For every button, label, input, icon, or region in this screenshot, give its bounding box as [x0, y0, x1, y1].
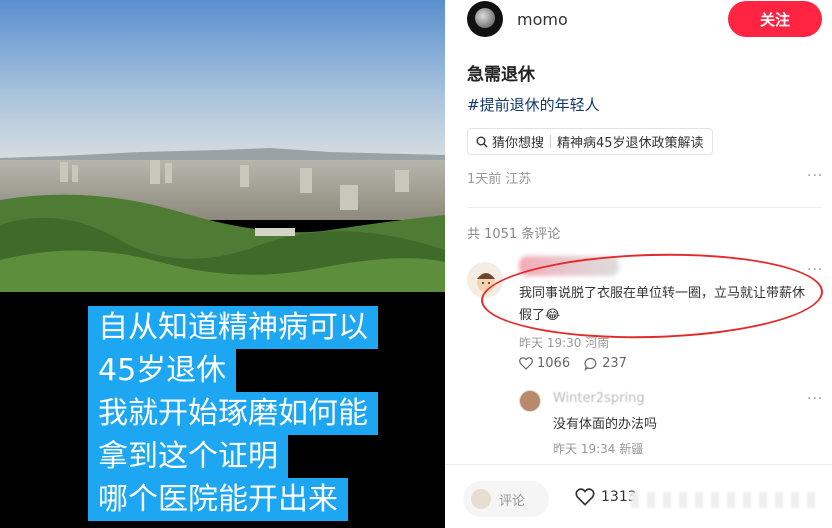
search-icon — [476, 136, 488, 147]
follow-button[interactable]: 关注 — [728, 1, 822, 37]
note-like-button[interactable]: 1313 — [575, 488, 637, 506]
comment-meta: 昨天 19:30 河南 — [519, 336, 610, 350]
caption-line: 哪个医院能开出来 — [88, 478, 348, 521]
comment-reply-count: 237 — [602, 356, 627, 371]
caption-line: 拿到这个证明 — [88, 435, 288, 478]
divider — [445, 464, 832, 465]
reply-username[interactable]: Winter2spring — [553, 391, 645, 406]
note-more-icon[interactable]: ··· — [807, 168, 823, 184]
author-row[interactable]: momo — [467, 0, 568, 38]
caption-line: 我就开始琢磨如何能 — [88, 392, 378, 435]
comment-text: 我同事说脱了衣服在单位转一圈，立马就让带薪休假了😂 — [519, 286, 806, 323]
chat-bubble-icon — [584, 357, 597, 371]
comment-actions: 1066 237 — [519, 356, 627, 371]
hashtag-link[interactable]: #提前退休的年轻人 — [467, 94, 600, 115]
search-suggestion-chip[interactable]: 猜你想搜 精神病45岁退休政策解读 — [467, 128, 713, 155]
comment-like-count: 1066 — [537, 356, 571, 371]
comment-reply-button[interactable]: 237 — [584, 356, 627, 371]
author-avatar[interactable] — [467, 1, 503, 37]
cartoon-avatar-icon — [468, 263, 502, 297]
commenter-name-blurred[interactable] — [519, 256, 619, 276]
comment-input[interactable]: 评论 — [463, 481, 549, 517]
note-detail-panel: momo 关注 急需退休 #提前退休的年轻人 猜你想搜 精神病45岁退休政策解读… — [445, 0, 832, 528]
reply-avatar[interactable] — [519, 390, 541, 412]
blurred-toolbar — [631, 492, 821, 508]
caption-line: 自从知道精神病可以 — [88, 306, 378, 349]
comment-placeholder: 评论 — [499, 493, 526, 509]
heart-icon — [575, 488, 595, 506]
search-suggestion: 精神病45岁退休政策解读 — [557, 136, 704, 151]
comment-count: 共 1051 条评论 — [467, 227, 561, 242]
note-meta: 1天前 江苏 — [467, 172, 532, 187]
comment-more-icon[interactable]: ··· — [807, 262, 823, 278]
user-avatar — [471, 489, 491, 509]
image-caption: 自从知道精神病可以 45岁退休 我就开始琢磨如何能 拿到这个证明 哪个医院能开出… — [88, 306, 378, 521]
search-prefix: 猜你想搜 — [492, 136, 545, 151]
comment-like-button[interactable]: 1066 — [519, 356, 570, 371]
note-title: 急需退休 — [467, 65, 535, 85]
caption-line: 45岁退休 — [88, 349, 237, 392]
author-name[interactable]: momo — [517, 10, 568, 29]
commenter-avatar[interactable] — [467, 262, 503, 298]
divider — [550, 135, 552, 148]
reply-more-icon[interactable]: ··· — [807, 391, 823, 407]
reply-text: 没有体面的办法吗 — [553, 417, 658, 432]
reply-meta: 昨天 19:34 新疆 — [553, 442, 644, 456]
heart-icon — [519, 357, 533, 370]
note-image[interactable]: 自从知道精神病可以 45岁退休 我就开始琢磨如何能 拿到这个证明 哪个医院能开出… — [0, 0, 445, 528]
divider — [467, 207, 822, 208]
